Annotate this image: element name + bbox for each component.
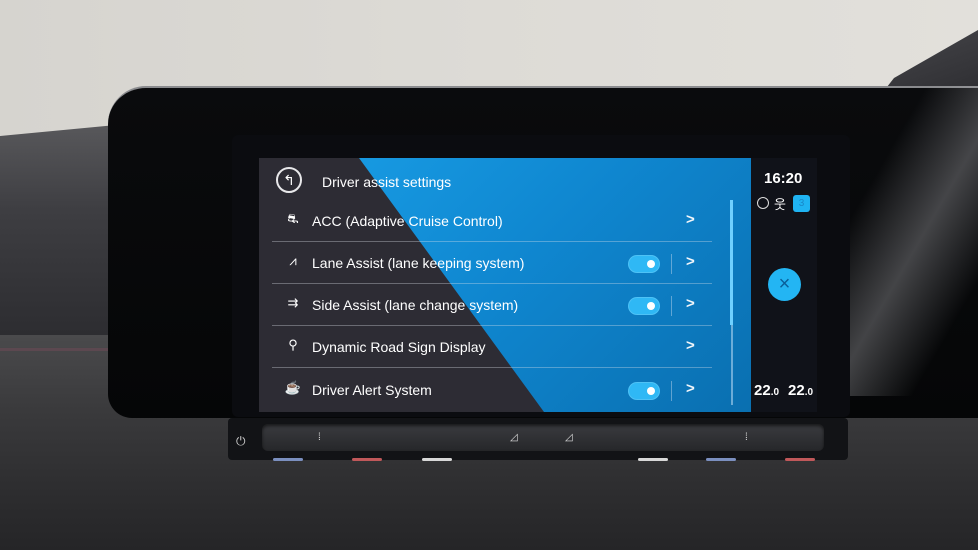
person-icon[interactable]: 웃 <box>774 194 786 213</box>
page-title: Driver assist settings <box>322 174 452 190</box>
notification-badge[interactable]: 3 <box>793 195 810 212</box>
chevron-right-icon[interactable]: > <box>686 380 695 397</box>
coffee-cup-icon: ☕ <box>284 380 302 395</box>
acc-car-icon: ⛐ <box>287 211 299 226</box>
toggle-knob <box>647 302 655 310</box>
temp-right-decimal: .0 <box>804 387 814 398</box>
close-icon: × <box>778 273 791 295</box>
row-divider <box>272 367 712 368</box>
back-button[interactable]: ↰ <box>276 167 302 193</box>
toggle-knob <box>647 387 655 395</box>
vertical-divider <box>671 381 672 401</box>
led-indicator <box>638 458 668 461</box>
temp-right-slider-icon[interactable]: ⁞ <box>745 432 748 443</box>
globe-icon[interactable] <box>757 197 769 209</box>
led-indicator <box>273 458 303 461</box>
bezel-reflection <box>828 86 978 396</box>
led-indicator <box>422 458 452 461</box>
scrollbar-thumb[interactable] <box>730 200 733 325</box>
clock: 16:20 <box>764 170 803 187</box>
road-sign-icon: ⚲ <box>288 337 298 352</box>
touch-slider-bar[interactable] <box>262 424 824 451</box>
ambient-light-strip <box>0 348 120 351</box>
driver-alert-toggle[interactable] <box>628 382 660 400</box>
temp-left-decimal: .0 <box>770 387 780 398</box>
menu-item-label: Side Assist (lane change system) <box>312 297 519 313</box>
menu-item-label: Lane Assist (lane keeping system) <box>312 255 525 271</box>
vertical-divider <box>671 254 672 274</box>
vertical-divider <box>671 296 672 316</box>
fan-down-icon[interactable]: ◿ <box>510 432 518 443</box>
temperature-right[interactable]: 22.0 <box>788 382 813 399</box>
side-assist-icon: ⇉ <box>287 295 299 310</box>
back-arrow-icon: ↰ <box>283 171 295 188</box>
chevron-right-icon[interactable]: > <box>686 253 695 270</box>
fan-up-icon[interactable]: ◿ <box>565 432 573 443</box>
power-icon[interactable]: ⏻ <box>236 434 246 449</box>
led-indicator <box>706 458 736 461</box>
led-indicator <box>352 458 382 461</box>
chevron-right-icon[interactable]: > <box>686 337 695 354</box>
close-button[interactable]: × <box>768 268 801 301</box>
temp-right-whole: 22 <box>788 382 805 399</box>
temp-left-whole: 22 <box>754 382 771 399</box>
menu-item-label: ACC (Adaptive Cruise Control) <box>312 213 503 229</box>
lane-assist-toggle[interactable] <box>628 255 660 273</box>
lane-assist-icon: ⩘ <box>289 253 297 268</box>
temp-left-slider-icon[interactable]: ⁞ <box>318 432 321 443</box>
menu-item-road-sign-display[interactable]: ⚲ Dynamic Road Sign Display > <box>272 326 712 368</box>
menu-item-label: Driver Alert System <box>312 382 432 398</box>
menu-item-label: Dynamic Road Sign Display <box>312 339 486 355</box>
led-indicator <box>785 458 815 461</box>
chevron-right-icon[interactable]: > <box>686 211 695 228</box>
chevron-right-icon[interactable]: > <box>686 295 695 312</box>
menu-item-driver-alert[interactable]: ☕ Driver Alert System > <box>272 369 712 411</box>
menu-item-acc[interactable]: ⛐ ACC (Adaptive Cruise Control) > <box>272 200 712 242</box>
menu-item-lane-assist[interactable]: ⩘ Lane Assist (lane keeping system) > <box>272 242 712 284</box>
temperature-left[interactable]: 22.0 <box>754 382 779 399</box>
menu-item-side-assist[interactable]: ⇉ Side Assist (lane change system) > <box>272 284 712 326</box>
toggle-knob <box>647 260 655 268</box>
side-assist-toggle[interactable] <box>628 297 660 315</box>
